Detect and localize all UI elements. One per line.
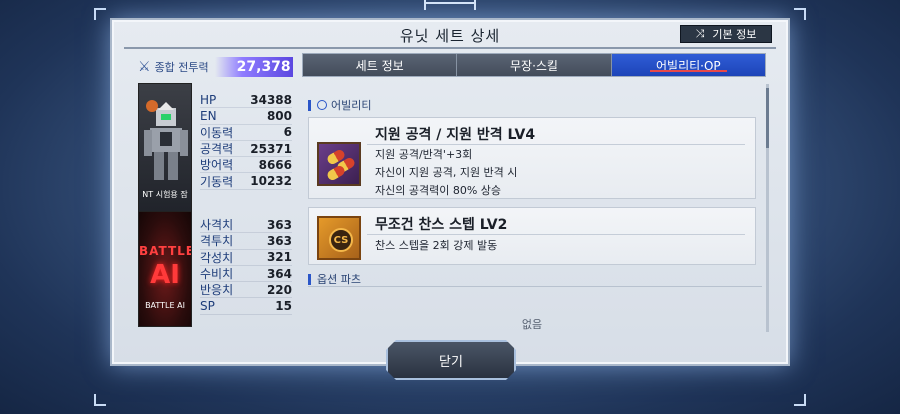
unit-card[interactable]: NT 시험용 잠 — [138, 83, 192, 215]
stat-row: 사격치 363 — [200, 217, 292, 234]
ability-description: 찬스 스텝을 2회 강제 발동 — [375, 237, 497, 255]
stat-row: SP 15 — [200, 298, 292, 315]
ability-desc-line: 지원 공격/반격'+3회 — [375, 148, 473, 161]
stat-value: 15 — [275, 299, 292, 314]
scroll-thumb[interactable] — [766, 88, 769, 148]
chance-step-icon: CS — [317, 216, 361, 260]
stat-name: 이동력 — [200, 125, 234, 140]
stat-row: EN 800 — [200, 108, 292, 125]
ability-content[interactable]: 어빌리티 지원 공격 / 지원 반격 LV4 지원 공격/반격'+3회 자신이 … — [302, 84, 762, 332]
stat-name: 공격력 — [200, 142, 234, 157]
stat-value: 25371 — [250, 141, 292, 156]
stat-name: EN — [200, 108, 217, 123]
stat-row: 격투치 363 — [200, 233, 292, 250]
option-parts-empty: 없음 — [521, 318, 543, 331]
stat-row: 공격력 25371 — [200, 141, 292, 158]
frame-corner — [794, 394, 806, 406]
battle-ai-logo: BATTLE — [139, 244, 192, 258]
stat-name: HP — [200, 92, 217, 107]
option-divider — [308, 286, 762, 287]
close-button[interactable]: 닫기 — [386, 340, 516, 380]
stat-value: 220 — [266, 282, 292, 297]
battle-ai-card-label: BATTLE AI — [145, 301, 185, 310]
ability-icon — [317, 100, 327, 110]
stat-value: 364 — [266, 266, 292, 281]
panel-header: 유닛 세트 상세 ⤨ 기본 정보 — [124, 24, 776, 45]
stat-name: 격투치 — [200, 234, 234, 249]
page-title: 유닛 세트 상세 — [399, 27, 501, 45]
basic-info-button[interactable]: ⤨ 기본 정보 — [680, 25, 772, 43]
ability-description: 지원 공격/반격'+3회 자신이 지원 공격, 지원 반격 시 자신의 공격력이… — [375, 146, 517, 200]
detail-tabs: 세트 정보 무장·스킬 어빌리티·OP — [302, 53, 766, 77]
option-parts-header: 옵션 파츠 — [308, 271, 361, 287]
ability-desc-line: 자신이 지원 공격, 지원 반격 시 — [375, 166, 518, 179]
crossed-swords-icon: ⚔ — [138, 59, 151, 75]
stat-value: 800 — [266, 108, 292, 123]
ability-section-header: 어빌리티 — [308, 97, 371, 113]
ability-desc-line: 자신의 공격력이 80% 상승 — [375, 184, 502, 197]
ability-divider — [367, 234, 745, 235]
frame-top-decoration — [424, 0, 476, 12]
basic-info-label: 기본 정보 — [712, 28, 757, 41]
combat-power-value: 27,378 — [214, 57, 293, 77]
stat-name: 각성치 — [200, 250, 234, 265]
stat-row: 이동력 6 — [200, 125, 292, 141]
ability-desc-line: 찬스 스텝을 2회 강제 발동 — [375, 239, 498, 252]
frame-corner — [94, 8, 106, 20]
stat-row: 방어력 8666 — [200, 157, 292, 174]
tab-ability-op[interactable]: 어빌리티·OP — [611, 54, 765, 76]
stat-row: 기동력 10232 — [200, 173, 292, 190]
frame-corner — [94, 394, 106, 406]
ability-item[interactable]: 지원 공격 / 지원 반격 LV4 지원 공격/반격'+3회 자신이 지원 공격… — [308, 117, 756, 199]
mech-icon — [144, 100, 188, 180]
content-scrollbar[interactable] — [766, 84, 769, 332]
option-parts-title: 옵션 파츠 — [317, 273, 361, 286]
unit-card-label: NT 시험용 잠 — [142, 190, 188, 199]
section-bar — [308, 273, 311, 285]
stat-row: 반응치 220 — [200, 282, 292, 299]
battle-ai-card[interactable]: BATTLE AI BATTLE AI — [138, 211, 192, 327]
shuffle-icon: ⤨ — [695, 27, 705, 40]
section-bar — [308, 99, 311, 111]
stat-value: 34388 — [250, 92, 292, 107]
cs-badge: CS — [329, 228, 353, 252]
stat-row: 수비치 364 — [200, 266, 292, 283]
stat-row: 각성치 321 — [200, 250, 292, 266]
combat-power: ⚔ 종합 전투력 27,378 — [138, 57, 293, 77]
stat-value: 8666 — [258, 157, 292, 172]
battle-ai-logo-ai: AI — [150, 260, 180, 290]
stat-value: 363 — [266, 233, 292, 248]
stat-name: 기동력 — [200, 174, 234, 189]
unit-stats: HP 34388 EN 800 이동력 6 공격력 25371 방어력 8666 기동력 1… — [200, 92, 292, 190]
pilot-stats: 사격치 363 격투치 363 각성치 321 수비치 364 반응치 220 SP 15 — [200, 217, 292, 315]
stat-row: HP 34388 — [200, 92, 292, 109]
stat-name: 수비치 — [200, 267, 234, 282]
frame-corner — [794, 8, 806, 20]
ability-section-title: 어빌리티 — [331, 99, 372, 112]
support-attack-icon — [317, 142, 361, 186]
unit-set-detail-panel: 유닛 세트 상세 ⤨ 기본 정보 ⚔ 종합 전투력 27,378 NT 시험용 … — [110, 18, 790, 366]
stat-value: 6 — [283, 125, 292, 140]
header-divider — [124, 47, 776, 49]
stat-name: 반응치 — [200, 283, 234, 298]
combat-power-label: 종합 전투력 — [154, 61, 209, 74]
stat-value: 363 — [266, 217, 292, 232]
ability-title: 무조건 찬스 스텝 LV2 — [375, 217, 508, 233]
tab-set-info[interactable]: 세트 정보 — [303, 54, 458, 76]
stat-value: 321 — [266, 250, 292, 265]
stat-value: 10232 — [250, 174, 292, 189]
stat-name: SP — [200, 299, 215, 314]
ability-title: 지원 공격 / 지원 반격 LV4 — [375, 127, 536, 143]
ability-item[interactable]: CS 무조건 찬스 스텝 LV2 찬스 스텝을 2회 강제 발동 — [308, 207, 756, 265]
ability-divider — [367, 144, 745, 145]
stat-name: 방어력 — [200, 158, 234, 173]
tab-weapons-skills[interactable]: 무장·스킬 — [457, 54, 612, 76]
stat-name: 사격치 — [200, 218, 234, 233]
